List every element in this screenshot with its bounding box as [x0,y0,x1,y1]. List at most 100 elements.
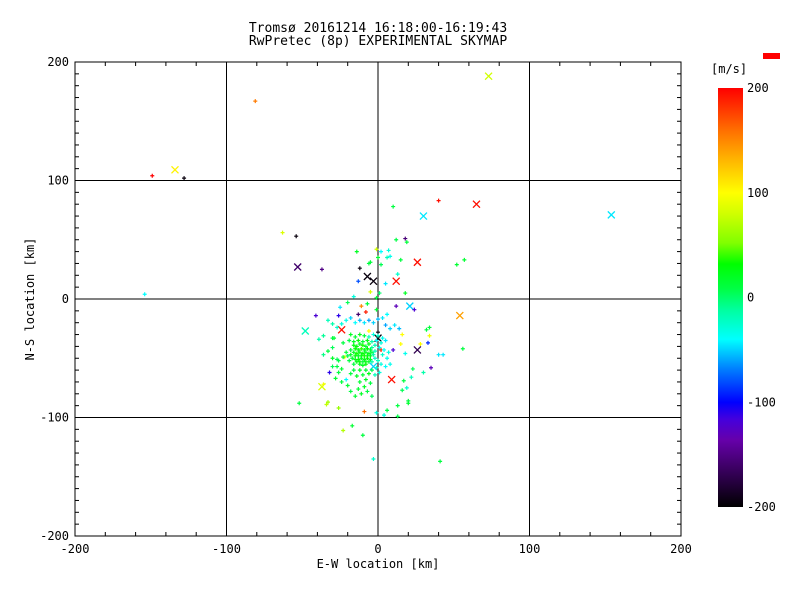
data-point [326,318,331,323]
data-point [424,327,429,332]
data-point [394,237,399,242]
data-point [353,334,358,339]
y-tick-label: 0 [62,292,69,306]
data-point [372,356,377,361]
data-point [365,338,370,343]
data-point [365,301,370,306]
data-point [351,294,356,299]
data-point [391,204,396,209]
data-point [427,325,432,330]
data-point [372,372,377,377]
data-point-cross [363,272,372,281]
data-point [366,328,371,333]
data-point [347,338,352,343]
data-point [348,347,353,352]
data-point-cross [607,210,616,219]
data-point [357,332,362,337]
data-point [363,377,368,382]
data-point [336,370,341,375]
data-point [379,262,384,267]
data-point [339,379,344,384]
data-point [368,289,373,294]
data-point [356,338,361,343]
data-point [371,456,376,461]
data-point [359,391,364,396]
data-point [347,358,352,363]
data-point [369,339,374,344]
data-point [406,401,411,406]
data-point [397,326,402,331]
data-point [351,362,356,367]
data-point-cross [484,72,493,81]
data-point [441,352,446,357]
data-point [360,339,365,344]
data-point [350,423,355,428]
data-point [313,313,318,318]
data-point [339,366,344,371]
data-point [386,248,391,253]
data-point [338,305,343,310]
data-point [330,321,335,326]
data-point [341,428,346,433]
data-point [326,349,331,354]
data-point [345,383,350,388]
data-point [365,389,370,394]
data-point [385,312,390,317]
data-point-cross [455,311,464,320]
data-point [454,262,459,267]
data-point [344,377,349,382]
data-point [391,347,396,352]
data-point [380,336,385,341]
data-point-cross [392,277,401,286]
data-point [360,372,365,377]
y-tick-label: -100 [40,411,69,425]
data-point [327,370,332,375]
data-point-cross [405,302,414,311]
y-tick-label: 200 [47,55,69,69]
data-point [429,365,434,370]
y-tick-label: -200 [40,529,69,543]
data-point [460,346,465,351]
data-point [362,333,367,338]
data-point [385,356,390,361]
data-point [333,376,338,381]
data-point [336,313,341,318]
data-point [363,368,368,373]
data-point [359,304,364,309]
data-point [354,374,359,379]
data-point [383,281,388,286]
x-tick-label: 100 [519,542,541,556]
data-point [150,173,155,178]
data-point [351,368,356,373]
data-point [394,304,399,309]
data-point [353,394,358,399]
colorbar-tick-label: -200 [747,500,776,514]
data-point [403,236,408,241]
data-point [357,379,362,384]
data-point [386,350,391,355]
data-point [294,234,299,239]
data-point [383,323,388,328]
data-point-cross [337,325,346,334]
data-point [371,332,376,337]
colorbar-tick-label: 0 [747,291,754,305]
data-point [436,198,441,203]
data-point [404,240,409,245]
data-point [388,362,393,367]
data-point [372,343,377,348]
data-point [388,326,393,331]
data-point [427,333,432,338]
x-tick-label: 200 [670,542,692,556]
data-point [383,338,388,343]
data-point [356,387,361,392]
data-point [462,257,467,262]
data-point [418,342,423,347]
data-point [379,340,384,345]
data-point [339,321,344,326]
data-point-cross [301,327,310,335]
colorbar-tick-label: 200 [747,81,769,95]
data-point [400,332,405,337]
data-point [379,249,384,254]
data-point [348,371,353,376]
data-point [348,315,353,320]
